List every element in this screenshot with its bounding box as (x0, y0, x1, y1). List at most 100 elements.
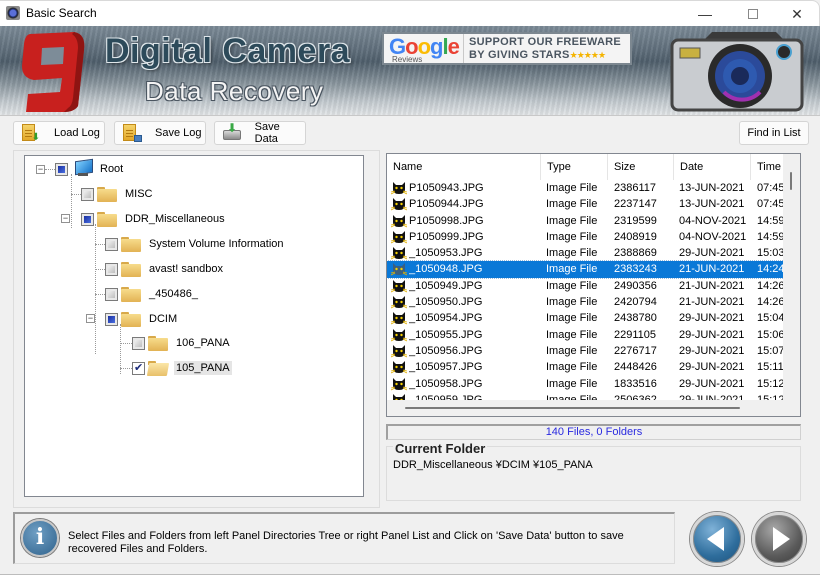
directory-tree[interactable]: − Root MISC − DDR_Miscellaneous System V… (24, 155, 364, 497)
brand-subtitle: Data Recovery (145, 76, 324, 106)
tree-node-avast-sandbox[interactable]: avast! sandbox (105, 258, 225, 280)
cat-file-icon (391, 182, 407, 195)
list-row[interactable]: _1050955.JPG Image File 2291105 29-JUN-2021… (387, 327, 785, 343)
cell-size: 2408919 (614, 230, 657, 243)
root-checkbox[interactable] (55, 162, 68, 176)
tree-node-root[interactable]: Root (55, 158, 125, 180)
info-icon: i (21, 519, 59, 557)
maximize-icon (748, 9, 758, 19)
106-pana-checkbox[interactable] (132, 336, 145, 350)
cell-name: P1050944.JPG (409, 198, 484, 211)
horizontal-scroll-thumb[interactable] (405, 407, 740, 409)
cell-size: 2438780 (614, 312, 657, 325)
next-button[interactable] (752, 512, 806, 566)
find-in-list-button[interactable]: Find in List (739, 121, 809, 145)
minimize-button[interactable]: — (682, 1, 728, 27)
folder-icon (121, 311, 141, 327)
tree-node-label: avast! sandbox (149, 263, 223, 275)
list-row[interactable]: P1050944.JPG Image File 2237147 13-JUN-2021… (387, 196, 785, 212)
cell-date: 21-JUN-2021 (679, 263, 745, 276)
folder-open-icon (148, 360, 168, 376)
cell-date: 04-NOV-2021 (679, 214, 747, 227)
list-row[interactable]: _1050958.JPG Image File 1833516 29-JUN-2021… (387, 376, 785, 392)
tree-node-dcim[interactable]: DCIM (105, 308, 179, 330)
tree-node-label: 105_PANA (174, 361, 232, 375)
list-row[interactable]: _1050956.JPG Image File 2276717 29-JUN-2021… (387, 343, 785, 359)
misc-checkbox[interactable] (81, 187, 94, 201)
ddr-checkbox[interactable] (81, 212, 94, 226)
stars-icon: ★★★★★ (569, 49, 606, 60)
save-log-button[interactable]: Save Log (114, 121, 206, 145)
column-header-size[interactable]: Size (608, 154, 674, 180)
105-pana-checkbox[interactable] (132, 361, 145, 375)
google-reviews-label: Reviews (392, 55, 423, 64)
450486-checkbox[interactable] (105, 287, 118, 301)
tree-node-label: DDR_Miscellaneous (125, 213, 225, 225)
back-button[interactable] (690, 512, 744, 566)
tree-node-450486[interactable]: _450486_ (105, 283, 200, 305)
save-data-drive-icon: ⬇ (223, 121, 241, 142)
tree-node-106-pana[interactable]: 106_PANA (132, 332, 232, 354)
close-button[interactable]: ✕ (774, 1, 820, 27)
list-row[interactable]: P1050999.JPG Image File 2408919 04-NOV-2021… (387, 229, 785, 245)
window-frame-bottom (0, 570, 820, 575)
minimize-icon: — (698, 6, 712, 22)
list-rows: P1050943.JPG Image File 2386117 13-JUN-2021… (387, 180, 785, 408)
promo-text: SUPPORT OUR FREEWARE BY GIVING STARS★★★★… (464, 36, 621, 62)
vertical-scroll-thumb[interactable] (790, 172, 792, 190)
column-header-date[interactable]: Date (674, 154, 751, 180)
list-row[interactable]: _1050954.JPG Image File 2438780 29-JUN-2021… (387, 310, 785, 326)
close-icon: ✕ (791, 5, 803, 22)
collapse-root-toggle[interactable]: − (36, 165, 45, 174)
list-row[interactable]: P1050943.JPG Image File 2386117 13-JUN-2021… (387, 180, 785, 196)
column-header-name[interactable]: Name (387, 154, 541, 180)
find-in-list-label: Find in List (747, 127, 801, 139)
horizontal-scrollbar[interactable] (387, 400, 784, 416)
cell-type: Image File (546, 361, 598, 374)
tree-connector (120, 324, 121, 374)
load-log-button[interactable]: ⬇ Load Log (13, 121, 105, 145)
maximize-button[interactable] (730, 1, 776, 27)
folder-icon (121, 261, 141, 277)
save-data-button[interactable]: ⬇ Save Data (214, 121, 306, 145)
collapse-ddr-toggle[interactable]: − (61, 214, 70, 223)
tree-node-system-volume-information[interactable]: System Volume Information (105, 233, 286, 255)
vertical-scrollbar[interactable] (783, 154, 800, 416)
list-row[interactable]: _1050950.JPG Image File 2420794 21-JUN-2021… (387, 294, 785, 310)
list-row[interactable]: P1050998.JPG Image File 2319599 04-NOV-2021… (387, 213, 785, 229)
cat-file-icon (391, 361, 407, 374)
cell-size: 2276717 (614, 344, 657, 357)
column-header-type[interactable]: Type (541, 154, 608, 180)
google-letter: g (430, 34, 443, 59)
tree-node-misc[interactable]: MISC (81, 183, 155, 205)
list-row[interactable]: _1050953.JPG Image File 2388869 29-JUN-2021… (387, 245, 785, 261)
cat-file-icon (391, 377, 407, 390)
google-reviews-badge[interactable]: Google Reviews SUPPORT OUR FREEWARE BY G… (382, 32, 632, 65)
tree-node-label: DCIM (149, 313, 178, 325)
tree-connector (71, 194, 81, 195)
cell-size: 2386117 (614, 182, 657, 194)
cell-type: Image File (546, 263, 598, 276)
arrow-right-icon (772, 527, 790, 551)
cell-size: 2490356 (614, 279, 657, 292)
cell-type: Image File (546, 279, 598, 292)
tree-node-105-pana[interactable]: 105_PANA (132, 357, 232, 379)
svi-checkbox[interactable] (105, 237, 118, 251)
list-row[interactable]: _1050957.JPG Image File 2448426 29-JUN-2021… (387, 359, 784, 375)
dcim-checkbox[interactable] (105, 312, 118, 326)
info-message: Select Files and Folders from left Panel… (68, 530, 624, 555)
tree-node-label: _450486_ (149, 288, 198, 300)
cell-type: Image File (546, 214, 598, 227)
google-letter: e (447, 34, 460, 59)
cell-date: 29-JUN-2021 (679, 247, 745, 260)
file-list[interactable]: Name Type Size Date Time P1050943.JPG Ima… (386, 153, 801, 417)
list-row[interactable]: _1050948.JPG Image File 2383243 21-JUN-2021… (387, 260, 785, 279)
avast-checkbox[interactable] (105, 262, 118, 276)
cell-date: 29-JUN-2021 (679, 361, 745, 374)
cell-date: 21-JUN-2021 (679, 279, 745, 292)
cell-size: 2420794 (614, 296, 657, 309)
list-row[interactable]: _1050949.JPG Image File 2490356 21-JUN-2021… (387, 278, 785, 294)
tree-node-ddr-miscellaneous[interactable]: DDR_Miscellaneous (81, 208, 227, 230)
cell-name: _1050956.JPG (409, 344, 483, 357)
collapse-dcim-toggle[interactable]: − (86, 314, 95, 323)
